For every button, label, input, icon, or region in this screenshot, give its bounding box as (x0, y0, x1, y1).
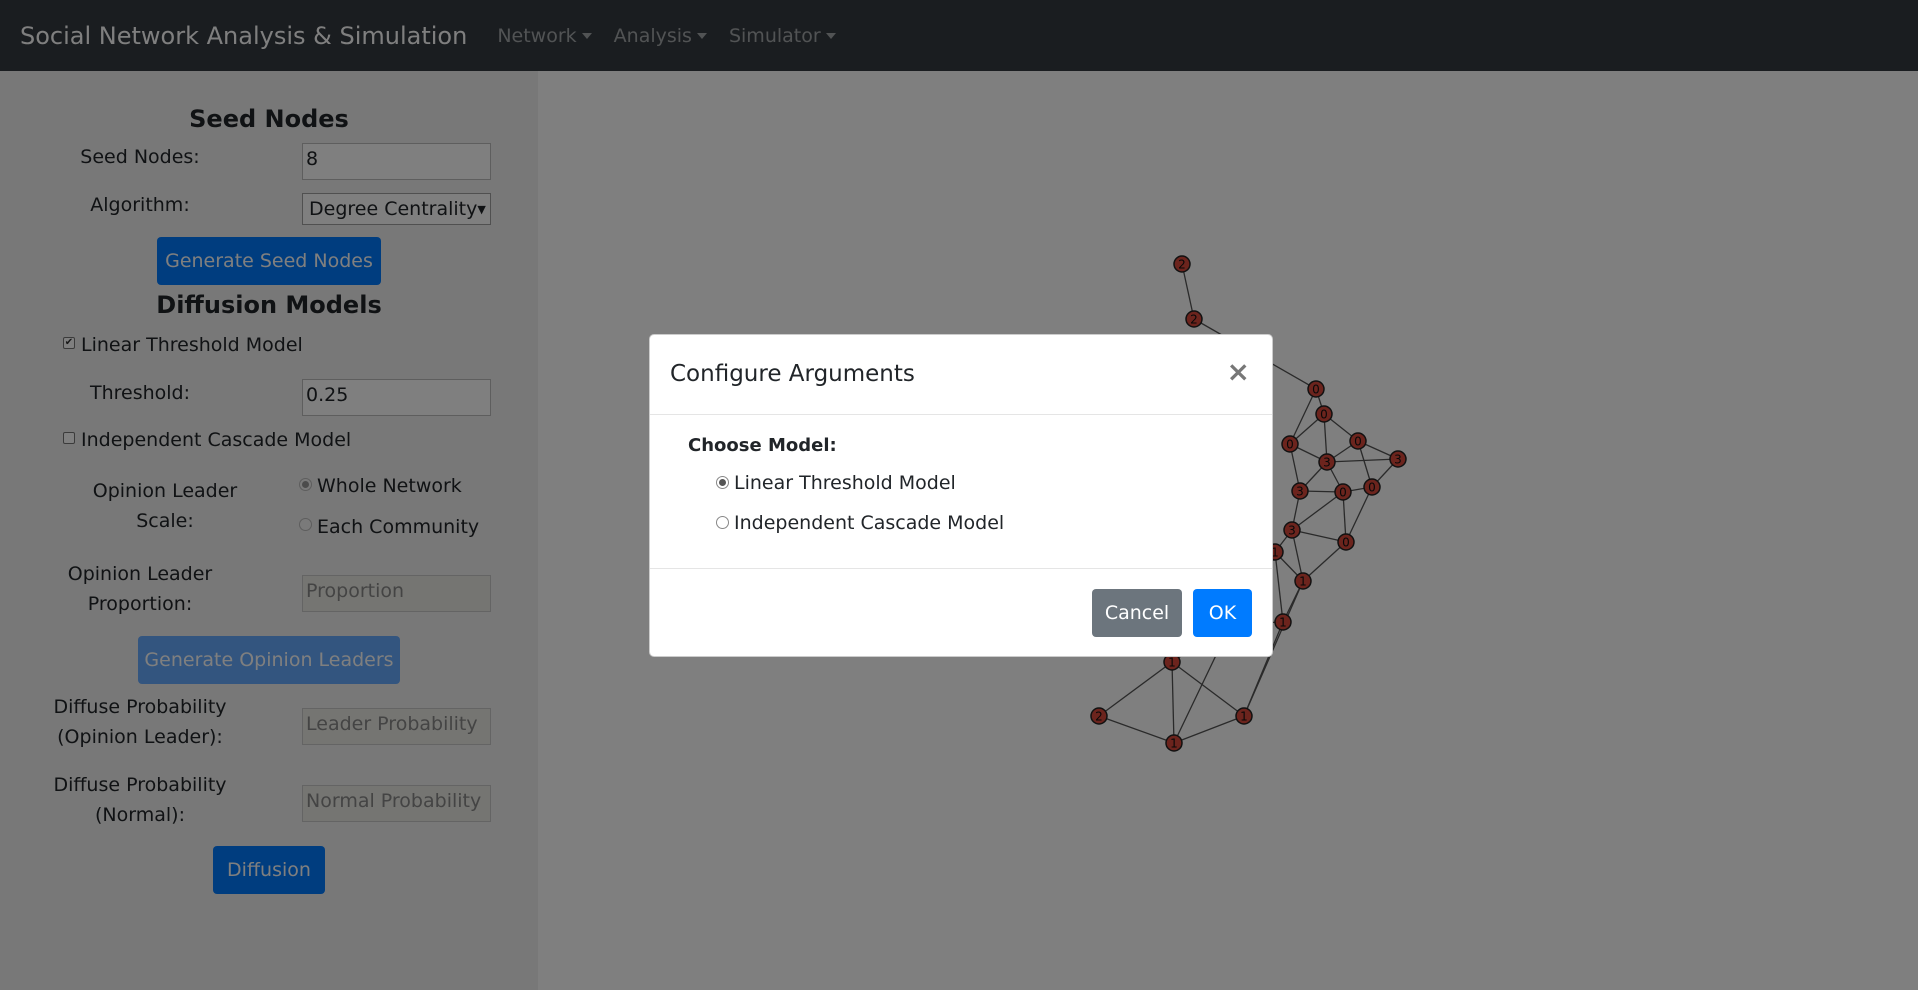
cancel-button[interactable]: Cancel (1092, 589, 1182, 637)
radio-dot-icon (719, 479, 726, 486)
modal-title: Configure Arguments (670, 361, 915, 387)
independent-cascade-radio[interactable] (716, 516, 729, 529)
modal-header: Configure Arguments × (650, 335, 1272, 415)
choose-model-label: Choose Model: (688, 435, 837, 456)
ok-button[interactable]: OK (1193, 589, 1252, 637)
close-icon[interactable]: × (1227, 355, 1250, 388)
modal-body: Choose Model: Linear Threshold Model Ind… (650, 415, 1272, 568)
independent-cascade-option-label[interactable]: Independent Cascade Model (734, 512, 1004, 534)
modal-footer: Cancel OK (650, 568, 1272, 656)
configure-arguments-dialog: Configure Arguments × Choose Model: Line… (649, 334, 1273, 657)
linear-threshold-option-label[interactable]: Linear Threshold Model (734, 472, 956, 494)
linear-threshold-radio[interactable] (716, 476, 729, 489)
